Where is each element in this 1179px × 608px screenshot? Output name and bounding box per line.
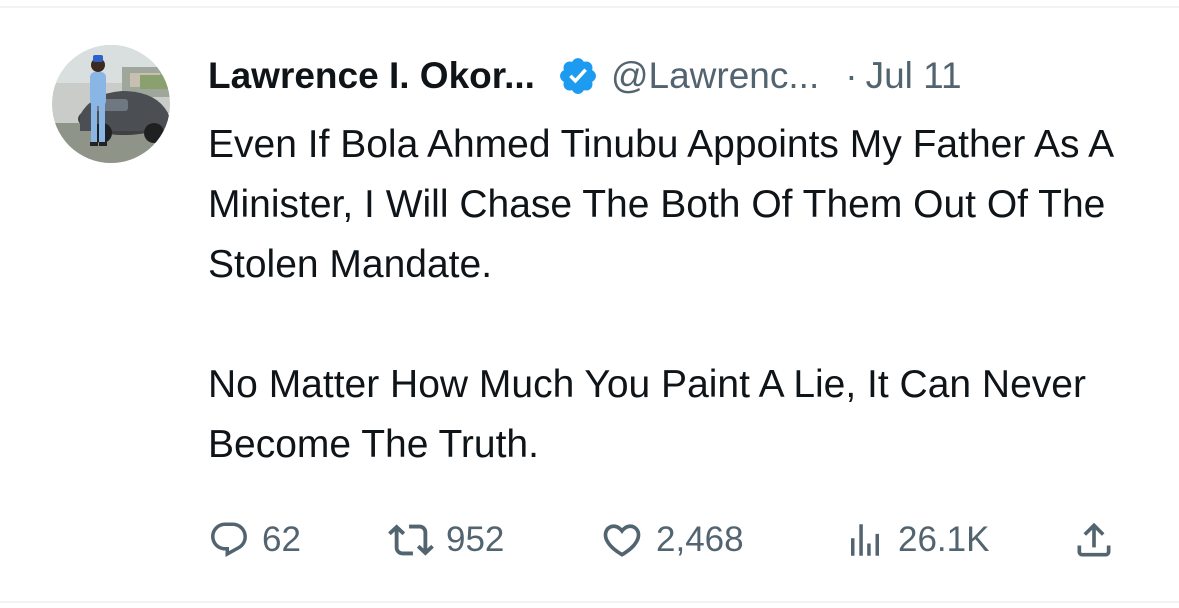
tweet-card[interactable]: Lawrence I. Okor... @Lawrenc... · Jul 11…: [0, 0, 1179, 608]
reply-icon: [208, 519, 250, 561]
reply-count: 62: [262, 520, 301, 559]
tweet-paragraph: No Matter How Much You Paint A Lie, It C…: [208, 363, 1086, 466]
like-icon: [600, 518, 644, 562]
tweet-text: Even If Bola Ahmed Tinubu Appoints My Fa…: [208, 115, 1148, 475]
reply-button[interactable]: 62: [208, 512, 301, 568]
tweet-date[interactable]: Jul 11: [866, 55, 962, 97]
views-count: 26.1K: [898, 520, 990, 559]
bottom-divider: [0, 601, 1179, 603]
avatar[interactable]: [52, 45, 170, 163]
views-icon: [844, 519, 886, 561]
retweet-count: 952: [446, 520, 505, 559]
author-name[interactable]: Lawrence I. Okor...: [208, 55, 535, 97]
views-button[interactable]: 26.1K: [844, 512, 989, 568]
share-button[interactable]: [1072, 512, 1116, 568]
avatar-photo: [52, 45, 170, 163]
retweet-button[interactable]: 952: [388, 512, 504, 568]
like-count: 2,468: [656, 520, 744, 559]
header-separator: ·: [845, 55, 858, 96]
tweet-actions: 62 952 2,468 26.1K: [208, 512, 1128, 568]
like-button[interactable]: 2,468: [600, 512, 744, 568]
tweet-paragraph: Even If Bola Ahmed Tinubu Appoints My Fa…: [208, 123, 1113, 286]
verified-badge-icon: [557, 55, 599, 97]
author-handle[interactable]: @Lawrenc...: [611, 55, 819, 97]
tweet-header: Lawrence I. Okor... @Lawrenc... · Jul 11: [208, 52, 962, 100]
share-icon: [1072, 518, 1116, 562]
retweet-icon: [388, 517, 434, 563]
